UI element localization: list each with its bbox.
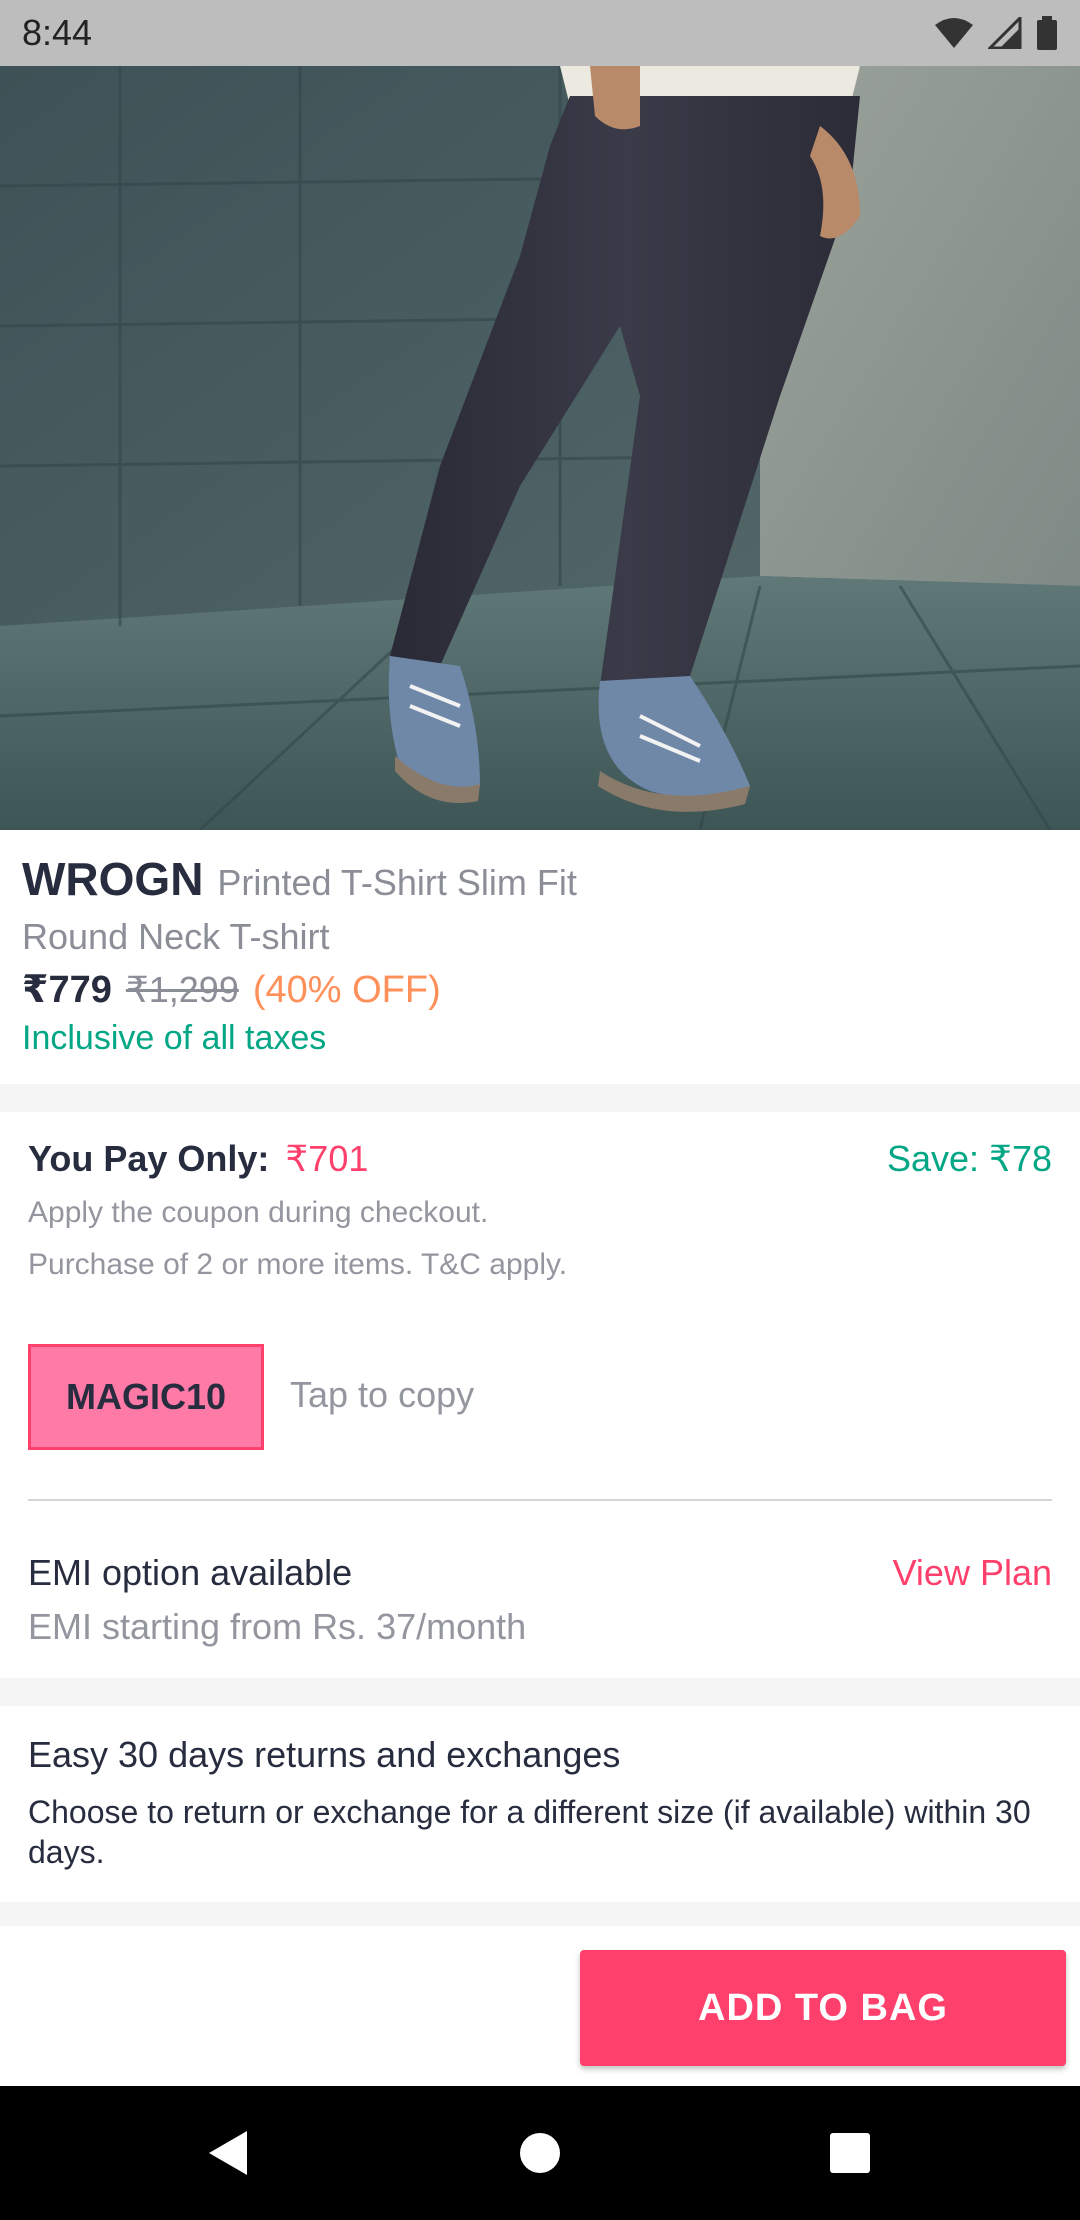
mrp-price: ₹1,299 <box>125 969 239 1010</box>
section-divider <box>0 1678 1080 1706</box>
status-icons <box>934 16 1058 50</box>
product-name-line2: Round Neck T-shirt <box>22 916 330 957</box>
back-button[interactable] <box>167 2086 287 2220</box>
coupon-section: You Pay Only: ₹701 Save: ₹78 Apply the c… <box>0 1112 1080 1678</box>
discount-label: (40% OFF) <box>252 969 441 1011</box>
recents-button[interactable] <box>790 2086 910 2220</box>
section-divider <box>0 1084 1080 1112</box>
price-line: ₹779 ₹1,299 (40% OFF) <box>22 967 441 1012</box>
emi-title: EMI option available <box>28 1552 353 1593</box>
status-time: 8:44 <box>22 12 93 53</box>
recents-icon <box>830 2133 870 2173</box>
save-amount: Save: ₹78 <box>886 1138 1052 1179</box>
pay-label: You Pay Only: <box>28 1138 270 1179</box>
returns-description: Choose to return or exchange for a diffe… <box>28 1794 1031 1870</box>
bottom-action-bar: ADD TO BAG <box>0 1926 1080 2086</box>
divider <box>28 1499 1052 1501</box>
brand-line: WROGN Printed T-Shirt Slim Fit <box>22 852 577 906</box>
tax-note: Inclusive of all taxes <box>22 1019 327 1057</box>
back-icon <box>209 2131 247 2175</box>
emi-subtitle: EMI starting from Rs. 37/month <box>28 1606 527 1647</box>
status-bar: 8:44 <box>0 0 1080 66</box>
home-icon <box>520 2133 560 2173</box>
product-image[interactable] <box>0 66 1080 830</box>
brand-name: WROGN <box>22 853 204 905</box>
product-title-block: WROGN Printed T-Shirt Slim Fit Round Nec… <box>0 830 1080 1084</box>
view-plan-link[interactable]: View Plan <box>893 1552 1052 1594</box>
pay-amount: ₹701 <box>285 1138 369 1179</box>
selling-price: ₹779 <box>22 969 112 1011</box>
product-name: Printed T-Shirt Slim Fit <box>217 862 577 903</box>
pay-line: You Pay Only: ₹701 <box>28 1138 368 1180</box>
wifi-icon <box>935 18 973 48</box>
system-nav-bar <box>0 2086 1080 2220</box>
coupon-terms: Purchase of 2 or more items. T&C apply. <box>28 1248 568 1281</box>
home-button[interactable] <box>480 2086 600 2220</box>
returns-section: Easy 30 days returns and exchanges Choos… <box>0 1706 1080 1902</box>
section-divider <box>0 1902 1080 1926</box>
tap-to-copy-label[interactable]: Tap to copy <box>290 1374 474 1416</box>
returns-title: Easy 30 days returns and exchanges <box>28 1734 621 1775</box>
battery-icon <box>1037 16 1057 50</box>
add-to-bag-button[interactable]: ADD TO BAG <box>580 1950 1066 2066</box>
coupon-code-button[interactable]: MAGIC10 <box>28 1344 264 1450</box>
coupon-description: Apply the coupon during checkout. <box>28 1196 489 1229</box>
signal-icon <box>988 17 1022 49</box>
